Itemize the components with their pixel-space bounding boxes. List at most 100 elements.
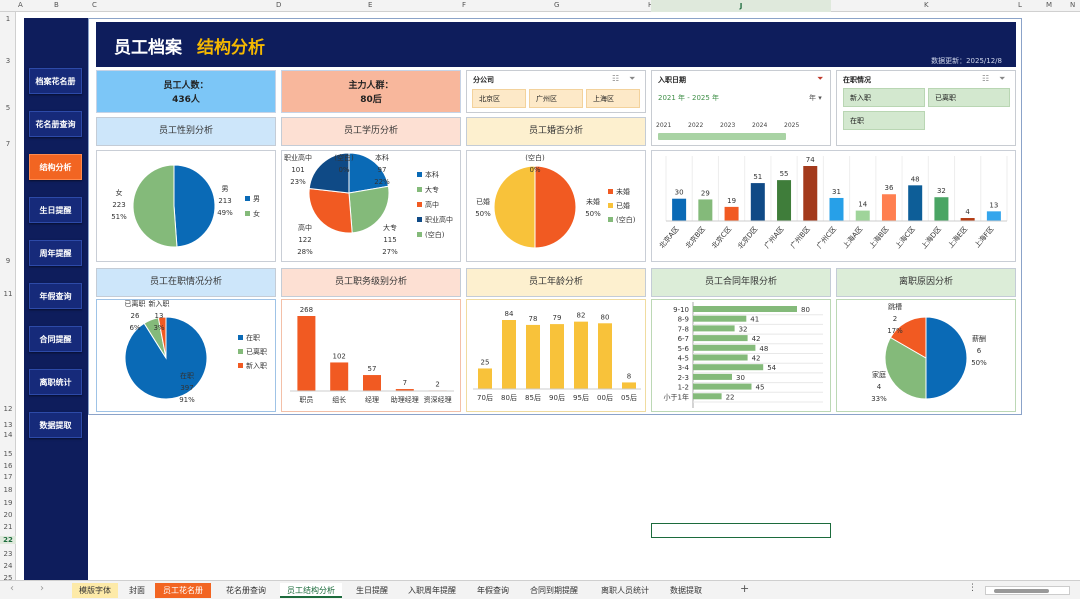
row-header-20[interactable]: 20 bbox=[0, 511, 16, 519]
nav-item-7[interactable]: 离职统计 bbox=[29, 369, 82, 395]
sheet-menu-icon[interactable]: ⋮ bbox=[968, 583, 977, 593]
contract-bar[interactable] bbox=[693, 393, 722, 400]
prev-sheet-button[interactable]: ‹ bbox=[10, 583, 14, 594]
timeline-unit-select[interactable]: 年 ▾ bbox=[809, 93, 822, 103]
branch-bar[interactable] bbox=[672, 198, 687, 221]
age-bar[interactable] bbox=[550, 324, 564, 389]
column-header-E[interactable]: E bbox=[368, 1, 372, 9]
column-header-F[interactable]: F bbox=[462, 1, 466, 9]
nav-item-0[interactable]: 档案花名册 bbox=[29, 68, 82, 94]
column-header-C[interactable]: C bbox=[92, 1, 97, 9]
contract-bar[interactable] bbox=[693, 373, 732, 380]
row-header-13[interactable]: 13 bbox=[0, 421, 16, 429]
row-header-17[interactable]: 17 bbox=[0, 473, 16, 481]
marital-slice-0[interactable] bbox=[534, 165, 577, 249]
column-header-B[interactable]: B bbox=[54, 1, 59, 9]
row-header-3[interactable]: 3 bbox=[0, 57, 16, 65]
row-header-22[interactable]: 22 bbox=[0, 536, 16, 544]
column-header-N[interactable]: N bbox=[1070, 1, 1075, 9]
gender-slice-0[interactable] bbox=[173, 164, 216, 248]
branch-bar[interactable] bbox=[881, 194, 896, 221]
branch-bar[interactable] bbox=[829, 197, 844, 221]
contract-bar[interactable] bbox=[693, 335, 748, 342]
grade-bar[interactable] bbox=[330, 362, 349, 391]
nav-item-3[interactable]: 生日提醒 bbox=[29, 197, 82, 223]
nav-item-2[interactable]: 结构分析 bbox=[29, 154, 82, 180]
nav-item-8[interactable]: 数据提取 bbox=[29, 412, 82, 438]
column-header-J[interactable]: J bbox=[651, 0, 831, 12]
row-header-19[interactable]: 19 bbox=[0, 499, 16, 507]
contract-bar[interactable] bbox=[693, 344, 756, 351]
column-header-K[interactable]: K bbox=[924, 1, 929, 9]
leave-slice-0[interactable] bbox=[925, 316, 968, 400]
sheet-tab[interactable]: 封面 bbox=[123, 583, 151, 598]
branch-bar[interactable] bbox=[698, 199, 713, 221]
age-bar[interactable] bbox=[502, 320, 516, 389]
row-header-14[interactable]: 14 bbox=[0, 431, 16, 439]
age-bar[interactable] bbox=[622, 382, 636, 389]
gender-slice-1[interactable] bbox=[132, 164, 178, 248]
nav-item-6[interactable]: 合同提醒 bbox=[29, 326, 82, 352]
sheet-tab[interactable]: 员工结构分析 bbox=[280, 583, 342, 598]
sheet-tab[interactable]: 模版字体 bbox=[72, 583, 118, 598]
branch-bar[interactable] bbox=[724, 206, 739, 221]
sheet-tab[interactable]: 年假查询 bbox=[469, 583, 517, 598]
branch-slicer-item[interactable]: 广州区 bbox=[529, 89, 583, 108]
branch-bar[interactable] bbox=[986, 211, 1001, 221]
clear-filter-icon[interactable]: ⏷ bbox=[629, 74, 635, 84]
row-header-9[interactable]: 9 bbox=[0, 257, 16, 265]
sheet-tab[interactable]: 合同到期提醒 bbox=[523, 583, 585, 598]
branch-slicer-item[interactable]: 北京区 bbox=[472, 89, 526, 108]
row-header-12[interactable]: 12 bbox=[0, 405, 16, 413]
row-header-7[interactable]: 7 bbox=[0, 140, 16, 148]
horizontal-scrollbar[interactable] bbox=[985, 586, 1070, 595]
sheet-tab[interactable]: 花名册查询 bbox=[218, 583, 274, 598]
row-header-24[interactable]: 24 bbox=[0, 562, 16, 570]
column-header-G[interactable]: G bbox=[554, 1, 559, 9]
status-slicer-item[interactable]: 新入职 bbox=[843, 88, 925, 107]
clear-filter-icon[interactable]: ⏷ bbox=[817, 74, 823, 84]
nav-item-4[interactable]: 周年提醒 bbox=[29, 240, 82, 266]
next-sheet-button[interactable]: › bbox=[40, 583, 44, 594]
selected-cell[interactable] bbox=[651, 523, 831, 538]
edu-slice-2[interactable] bbox=[308, 187, 353, 234]
row-header-21[interactable]: 21 bbox=[0, 523, 16, 531]
multiselect-icon[interactable]: ☷ bbox=[982, 74, 989, 83]
nav-item-1[interactable]: 花名册查询 bbox=[29, 111, 82, 137]
column-header-A[interactable]: A bbox=[18, 1, 23, 9]
branch-bar[interactable] bbox=[750, 183, 765, 221]
age-bar[interactable] bbox=[478, 368, 492, 389]
status-slicer-item[interactable]: 已离职 bbox=[928, 88, 1010, 107]
age-bar[interactable] bbox=[574, 321, 588, 389]
scroll-thumb[interactable] bbox=[994, 589, 1049, 593]
row-header-16[interactable]: 16 bbox=[0, 462, 16, 470]
row-header-15[interactable]: 15 bbox=[0, 450, 16, 458]
sheet-tab[interactable]: 员工花名册 bbox=[155, 583, 211, 598]
sheet-tab[interactable]: 生日提醒 bbox=[350, 583, 394, 598]
row-header-1[interactable]: 1 bbox=[0, 15, 16, 23]
status-slicer-item[interactable]: 在职 bbox=[843, 111, 925, 130]
branch-bar[interactable] bbox=[908, 185, 923, 221]
branch-bar[interactable] bbox=[855, 210, 870, 221]
clear-filter-icon[interactable]: ⏷ bbox=[999, 74, 1005, 84]
column-header-D[interactable]: D bbox=[276, 1, 281, 9]
age-bar[interactable] bbox=[526, 324, 540, 389]
contract-bar[interactable] bbox=[693, 306, 797, 312]
branch-bar[interactable] bbox=[777, 180, 792, 221]
row-header-11[interactable]: 11 bbox=[0, 290, 16, 298]
grade-bar[interactable] bbox=[297, 316, 316, 391]
branch-bar[interactable] bbox=[934, 197, 949, 221]
marital-slice-1[interactable] bbox=[493, 165, 536, 249]
row-header-23[interactable]: 23 bbox=[0, 550, 16, 558]
contract-bar[interactable] bbox=[693, 315, 747, 322]
column-header-M[interactable]: M bbox=[1046, 1, 1052, 9]
contract-bar[interactable] bbox=[693, 364, 764, 371]
age-bar[interactable] bbox=[598, 323, 612, 389]
branch-slicer-item[interactable]: 上海区 bbox=[586, 89, 640, 108]
contract-bar[interactable] bbox=[693, 383, 752, 390]
sheet-tab[interactable]: 离职人员统计 bbox=[594, 583, 656, 598]
sheet-tab[interactable]: 入职周年提醒 bbox=[401, 583, 463, 598]
contract-bar[interactable] bbox=[693, 354, 748, 361]
row-header-18[interactable]: 18 bbox=[0, 486, 16, 494]
branch-bar[interactable] bbox=[803, 166, 818, 221]
